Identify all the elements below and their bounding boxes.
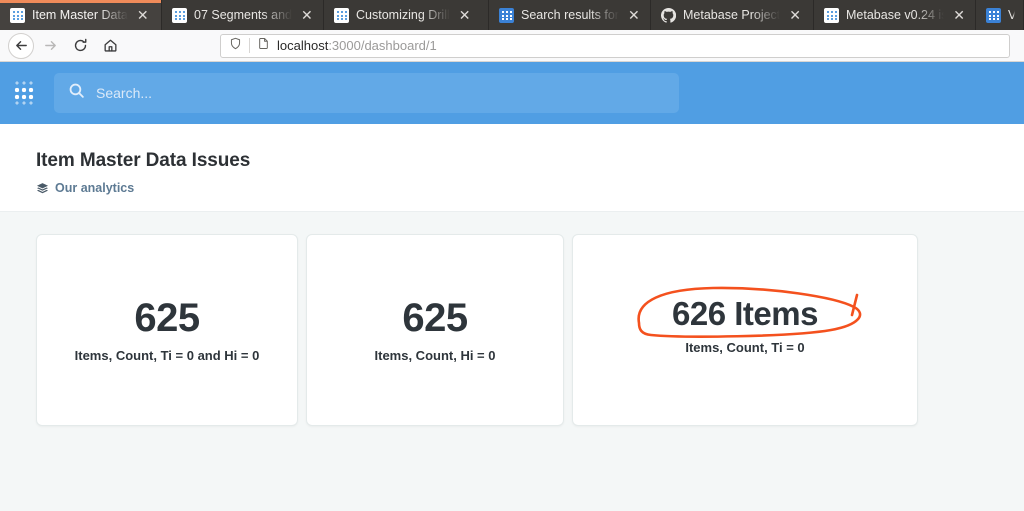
url-text[interactable]: localhost:3000/dashboard/1	[277, 38, 437, 53]
browser-tab-title: Metabase Project	[683, 8, 781, 22]
forward-arrow-icon	[36, 33, 64, 59]
scalar-caption[interactable]: Items, Count, Hi = 0	[375, 348, 496, 363]
close-icon[interactable]: ✕	[299, 6, 315, 24]
dashboard-card[interactable]: 625 Items, Count, Hi = 0	[306, 234, 564, 426]
browser-tab-3[interactable]: Search results for ✕	[489, 0, 651, 30]
browser-tab-title: Customizing Drill	[356, 8, 450, 22]
browser-tab-title: Item Master Data	[32, 8, 128, 22]
browser-tab-title: Search results for	[521, 8, 619, 22]
reload-icon[interactable]	[66, 33, 94, 59]
url-separator	[249, 38, 250, 53]
metabase-icon	[172, 7, 187, 23]
browser-toolbar: localhost:3000/dashboard/1	[0, 30, 1024, 62]
app-header: Search...	[0, 62, 1024, 124]
url-host: localhost	[277, 38, 329, 53]
browser-tab-strip: Item Master Data ✕ 07 Segments and ✕ Cus…	[0, 0, 1024, 30]
browser-tab-title: 07 Segments and	[194, 8, 292, 22]
close-icon[interactable]: ✕	[787, 6, 803, 24]
close-icon[interactable]: ✕	[135, 6, 151, 24]
breadcrumb[interactable]: Our analytics	[36, 181, 988, 195]
search-placeholder: Search...	[96, 85, 153, 101]
metabase-blue-icon	[499, 7, 514, 23]
search-icon	[68, 82, 85, 104]
browser-tab-1[interactable]: 07 Segments and ✕	[162, 0, 324, 30]
metabase-icon	[10, 7, 25, 23]
scalar-caption[interactable]: Items, Count, Ti = 0 and Hi = 0	[75, 348, 260, 363]
scalar-value: 626 Items	[672, 294, 818, 332]
dashboard-grid: 625 Items, Count, Ti = 0 and Hi = 0 625 …	[0, 212, 1024, 511]
metabase-blue-icon	[986, 7, 1001, 23]
metabase-icon	[334, 7, 349, 23]
dashboard-header: Item Master Data Issues Our analytics	[0, 124, 1024, 212]
search-input[interactable]: Search...	[54, 73, 679, 113]
metabase-icon	[824, 7, 839, 23]
close-icon[interactable]: ✕	[951, 6, 967, 24]
github-icon	[660, 7, 677, 23]
shield-icon[interactable]	[229, 37, 242, 55]
page-icon[interactable]	[257, 37, 270, 55]
page-title: Item Master Data Issues	[36, 150, 251, 171]
url-path: :3000/dashboard/1	[328, 38, 437, 53]
dashboard-card[interactable]: 625 Items, Count, Ti = 0 and Hi = 0	[36, 234, 298, 426]
close-icon[interactable]: ✕	[457, 6, 473, 24]
home-icon[interactable]	[96, 33, 124, 59]
dashboard-card[interactable]: 626 Items Items, Count, Ti = 0	[572, 234, 918, 426]
close-icon[interactable]: ✕	[626, 6, 642, 24]
browser-tab-6[interactable]: Vie	[976, 0, 1024, 30]
breadcrumb-label: Our analytics	[55, 181, 135, 195]
back-arrow-icon[interactable]	[8, 32, 34, 59]
scalar-value: 625	[402, 296, 468, 340]
browser-tab-2[interactable]: Customizing Drill ✕	[324, 0, 489, 30]
browser-tab-title: Vie	[1008, 8, 1015, 22]
browser-tab-4[interactable]: Metabase Project ✕	[651, 0, 814, 30]
scalar-value: 625	[134, 296, 200, 340]
metabase-logo-icon[interactable]	[14, 80, 40, 106]
browser-tab-0[interactable]: Item Master Data ✕	[0, 0, 162, 30]
url-bar[interactable]: localhost:3000/dashboard/1	[220, 33, 1010, 58]
browser-tab-5[interactable]: Metabase v0.24 is ✕	[814, 0, 976, 30]
collection-stack-icon	[36, 182, 49, 195]
browser-tab-title: Metabase v0.24 is	[846, 8, 945, 22]
scalar-caption[interactable]: Items, Count, Ti = 0	[685, 340, 804, 355]
